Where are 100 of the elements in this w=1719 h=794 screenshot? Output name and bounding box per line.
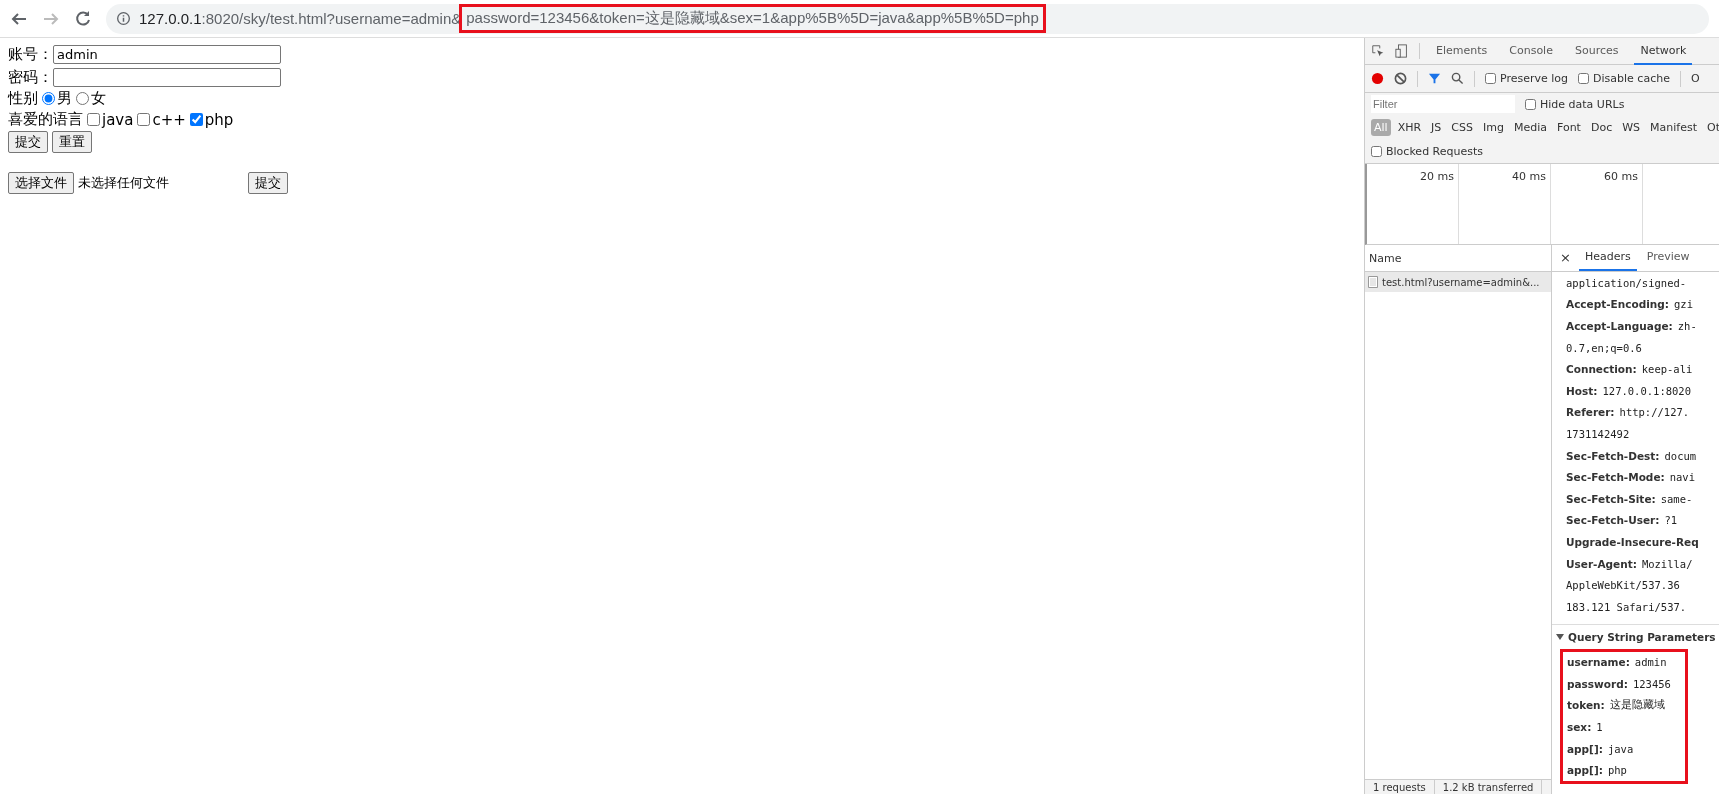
- devtools-tab[interactable]: Elements: [1430, 38, 1494, 65]
- type-filter[interactable]: Ot: [1704, 118, 1719, 136]
- param-name: app[]:: [1567, 764, 1603, 777]
- highlighted-url-text: password=123456&token=这是隐藏域&sex=1&app%5B%5D=java&app%5B%5D=php: [459, 4, 1046, 33]
- gender-radio[interactable]: [76, 92, 89, 105]
- address-bar[interactable]: 127.0.0.1:8020/sky/test.html?username=admin& password=123456&token=这是隐藏域&sex=1&app%5B%5D=java&app%5B%5D=php: [106, 3, 1709, 34]
- gender-radio[interactable]: [42, 92, 55, 105]
- type-filter[interactable]: JS: [1428, 118, 1445, 136]
- param-name: app[]:: [1567, 742, 1603, 755]
- section-title: Query String Parameters: [1568, 630, 1716, 643]
- type-filter[interactable]: WS: [1619, 118, 1644, 136]
- checkbox-label: Hide data URLs: [1540, 97, 1625, 111]
- checkbox-label: Preserve log: [1500, 72, 1569, 85]
- param-value: 1: [1596, 721, 1603, 734]
- search-icon[interactable]: [1451, 72, 1464, 85]
- header-value: keep-ali: [1641, 363, 1693, 376]
- choose-file-button[interactable]: 选择文件: [8, 172, 74, 194]
- hide-data-urls-checkbox[interactable]: [1525, 98, 1536, 110]
- device-icon[interactable]: [1395, 44, 1409, 58]
- gender-label: 性别: [8, 89, 38, 108]
- header-value: Mozilla/: [1641, 557, 1693, 570]
- inspect-icon[interactable]: [1371, 44, 1385, 58]
- devtools-tab[interactable]: Sources: [1568, 38, 1625, 65]
- record-icon[interactable]: [1371, 72, 1384, 85]
- clear-icon[interactable]: [1394, 72, 1407, 85]
- header-value: ?1: [1664, 514, 1678, 527]
- username-label: 账号：: [8, 45, 53, 64]
- header-value: zh-: [1677, 320, 1697, 332]
- type-filter[interactable]: Media: [1510, 118, 1550, 136]
- param-value: php: [1607, 764, 1627, 777]
- reset-button[interactable]: 重置: [52, 131, 92, 153]
- url-host-text: 127.0.0.1: [139, 10, 202, 27]
- filter-icon[interactable]: [1428, 72, 1441, 85]
- type-filter[interactable]: CSS: [1448, 118, 1476, 136]
- devtools-tab[interactable]: Console: [1503, 38, 1559, 65]
- filter-field[interactable]: Filter: [1371, 95, 1515, 113]
- file-status-text: 未选择任何文件: [78, 174, 170, 192]
- header-value: 0.7,en;q=0.6: [1566, 341, 1642, 354]
- detail-tab[interactable]: Headers: [1578, 244, 1637, 271]
- gender-option-label: 女: [91, 89, 106, 108]
- status-text: 1 requests: [1365, 780, 1435, 794]
- checkbox-label: Blocked Requests: [1386, 144, 1484, 158]
- language-checkbox[interactable]: [137, 113, 151, 126]
- detail-tab[interactable]: Preview: [1640, 244, 1696, 271]
- type-filter[interactable]: Img: [1480, 118, 1507, 136]
- param-name: username:: [1567, 656, 1630, 669]
- toolbar-checkbox[interactable]: [1485, 73, 1496, 84]
- header-value: 127.0.0.1:8020: [1602, 384, 1691, 397]
- param-value: java: [1607, 742, 1634, 755]
- header-name: User-Agent:: [1566, 557, 1637, 570]
- header-name: Sec-Fetch-Dest:: [1566, 449, 1660, 462]
- param-value: 这是隐藏域: [1609, 698, 1665, 713]
- type-filter[interactable]: Manifest: [1647, 118, 1700, 136]
- header-name: Sec-Fetch-Mode:: [1566, 471, 1665, 484]
- language-option-label: java: [102, 110, 134, 129]
- password-field[interactable]: [53, 68, 281, 87]
- header-name: Upgrade-Insecure-Req: [1566, 535, 1699, 548]
- request-row[interactable]: test.html?username=admin&...: [1365, 272, 1551, 292]
- timeline-tick: 40 ms: [1512, 170, 1546, 183]
- gender-option-label: 男: [57, 89, 72, 108]
- status-text: 1.2 kB transferred: [1434, 780, 1543, 794]
- language-label: 喜爱的语言: [8, 110, 83, 129]
- param-value: admin: [1634, 656, 1667, 669]
- timeline-tick: 20 ms: [1420, 170, 1454, 183]
- reload-icon[interactable]: [74, 9, 92, 28]
- language-checkbox[interactable]: [189, 113, 203, 126]
- header-value: docum: [1664, 449, 1697, 462]
- close-icon[interactable]: ×: [1556, 250, 1575, 271]
- submit-button[interactable]: 提交: [248, 172, 288, 194]
- timeline-tick: 60 ms: [1604, 170, 1638, 183]
- type-filter[interactable]: Doc: [1587, 118, 1616, 136]
- param-name: password:: [1567, 677, 1628, 690]
- info-icon: [116, 11, 131, 26]
- header-value: 1731142492: [1566, 427, 1630, 440]
- param-name: token:: [1567, 699, 1605, 712]
- header-value: http://127.: [1619, 406, 1690, 419]
- header-name: Host:: [1566, 384, 1598, 397]
- expand-triangle-icon[interactable]: [1556, 632, 1564, 641]
- header-name: Accept-Language:: [1566, 320, 1673, 332]
- username-field[interactable]: admin: [53, 45, 281, 64]
- language-option-label: php: [204, 110, 234, 129]
- header-value: same-: [1660, 492, 1693, 505]
- header-value: AppleWebKit/537.36: [1566, 579, 1680, 592]
- toolbar-checkbox[interactable]: [1578, 73, 1590, 84]
- param-value: 123456: [1632, 677, 1671, 690]
- toolbar-text: O: [1690, 72, 1700, 85]
- header-name: Accept-Encoding:: [1566, 298, 1669, 311]
- header-name: Referer:: [1566, 406, 1615, 419]
- submit-button[interactable]: 提交: [8, 131, 48, 153]
- header-name: Sec-Fetch-User:: [1566, 514, 1660, 527]
- language-checkbox[interactable]: [87, 113, 100, 126]
- name-column-header: Name: [1369, 251, 1402, 265]
- header-value: navi: [1669, 471, 1695, 484]
- header-value: gzi: [1674, 298, 1693, 311]
- type-filter[interactable]: Font: [1554, 118, 1584, 136]
- language-option-label: c++: [152, 110, 186, 129]
- checkbox-label: Disable cache: [1593, 72, 1670, 85]
- header-name: Sec-Fetch-Site:: [1566, 492, 1656, 505]
- blocked-requests-checkbox[interactable]: [1371, 145, 1382, 157]
- type-filter[interactable]: XHR: [1394, 118, 1425, 136]
